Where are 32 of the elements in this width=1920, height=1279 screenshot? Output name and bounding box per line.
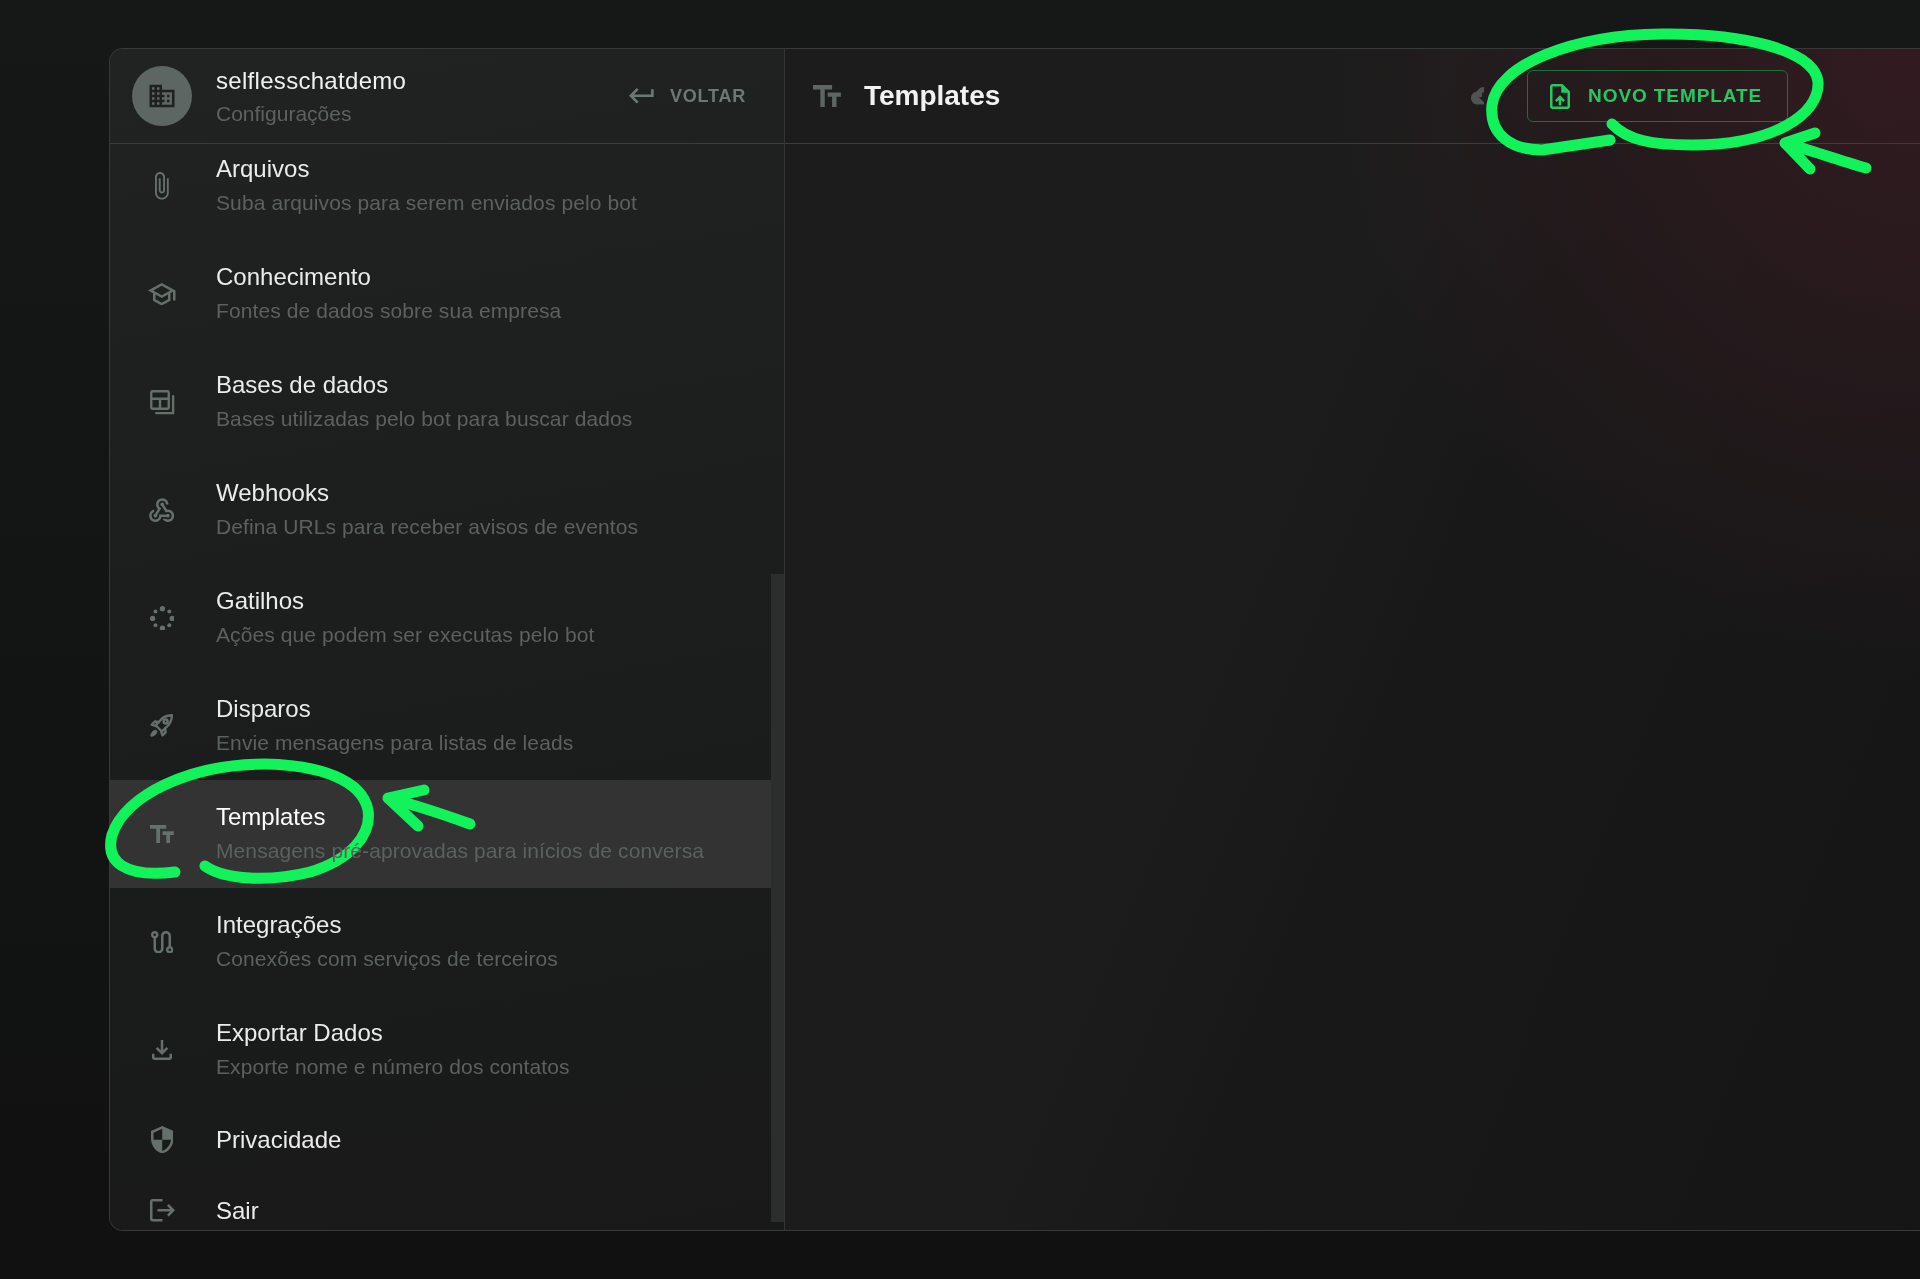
- section-subtitle: Configurações: [216, 100, 353, 127]
- rocket-icon: [150, 714, 174, 738]
- sidebar-item[interactable]: Conhecimento Fontes de dados sobre sua empresa: [110, 240, 771, 348]
- route-icon: [150, 930, 174, 954]
- building-icon: [132, 66, 192, 126]
- text-fields-icon: [813, 84, 841, 108]
- sidebar-item[interactable]: Integrações Conexões com serviços de terceiros: [110, 888, 771, 996]
- download-icon: [152, 1040, 172, 1060]
- sidebar-item[interactable]: Exportar Dados Exporte nome e número dos contatos: [110, 996, 771, 1104]
- sidebar-item[interactable]: Disparos Envie mensagens para listas de leads: [110, 672, 771, 780]
- new-template-button[interactable]: NOVO TEMPLATE: [1527, 70, 1788, 122]
- sidebar-item[interactable]: Webhooks Defina URLs para receber avisos de eventos: [110, 456, 771, 564]
- return-arrow-icon: [629, 88, 654, 104]
- webhook-icon: [149, 498, 175, 522]
- file-upload-icon: [1550, 83, 1571, 109]
- sidebar-item[interactable]: Privacidade: [110, 1104, 771, 1175]
- scrollbar-thumb[interactable]: [771, 574, 784, 1222]
- paperclip-icon: [155, 172, 169, 200]
- dotted-ring-icon: [149, 605, 175, 631]
- page-title: Templates: [863, 80, 1001, 112]
- graduation-cap-icon: [148, 282, 176, 306]
- cloud-icon[interactable]: [1471, 87, 1485, 105]
- sidebar-item[interactable]: Gatilhos Ações que podem ser executas pelo bot: [110, 564, 771, 672]
- shield-icon: [150, 1125, 174, 1154]
- sidebar-item[interactable]: Bases de dados Bases utilizadas pelo bot para buscar dados: [110, 348, 771, 456]
- account-name: selflesschatdemo: [216, 65, 407, 96]
- table-layers-icon: [149, 389, 175, 415]
- sidebar-item[interactable]: Sair: [110, 1175, 771, 1230]
- logout-icon: [149, 1199, 175, 1222]
- back-button[interactable]: VOLTAR: [617, 77, 758, 115]
- sidebar-item[interactable]: Arquivos Suba arquivos para serem enviados pelo bot: [110, 144, 771, 240]
- text-fields-icon: [150, 824, 174, 844]
